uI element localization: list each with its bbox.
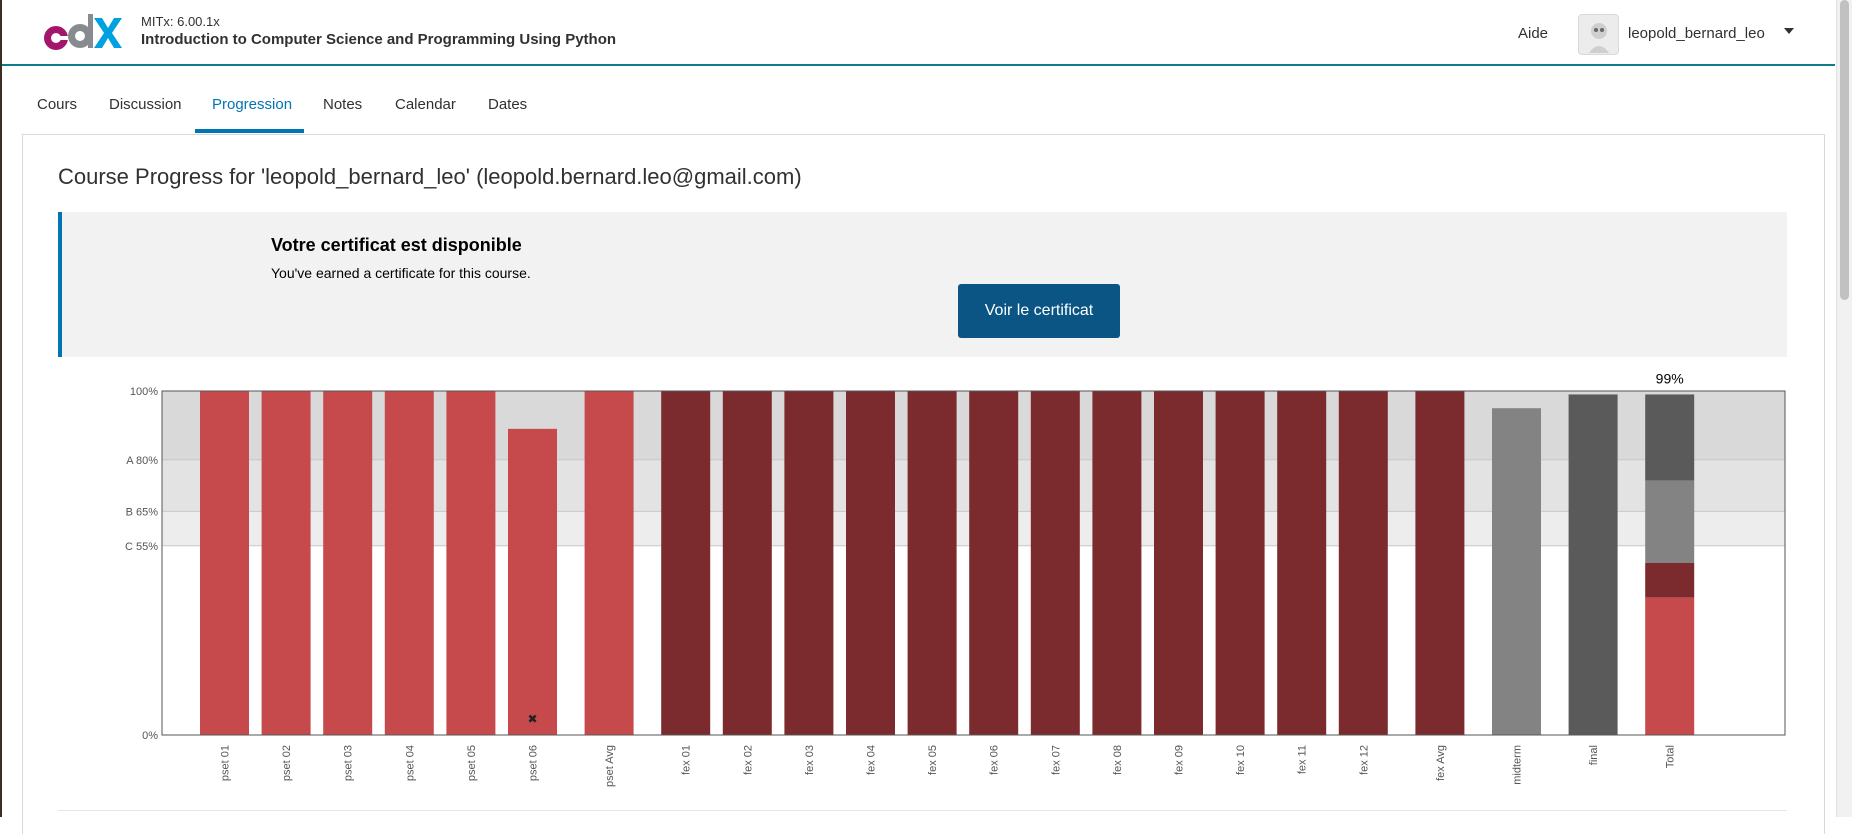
x-tick-label: fex 10 xyxy=(1235,745,1247,775)
x-tick-label: fex 11 xyxy=(1297,745,1309,774)
x-tick-label: pset 04 xyxy=(404,745,416,781)
x-tick-label: pset Avg xyxy=(604,745,616,787)
grade-bar xyxy=(508,428,557,735)
dropped-marker-icon: ✖ xyxy=(527,712,537,726)
scrollbar-thumb[interactable] xyxy=(1840,0,1849,300)
grade-bar xyxy=(384,391,434,735)
total-label: 99% xyxy=(1656,370,1684,386)
grade-bar xyxy=(446,391,496,735)
grade-bar xyxy=(969,391,1019,735)
x-tick-label: pset 06 xyxy=(528,745,540,781)
grade-bar xyxy=(1492,408,1541,735)
y-tick-label: B 65% xyxy=(126,506,159,518)
x-tick-label: fex 07 xyxy=(1050,745,1062,775)
total-bar-segment xyxy=(1645,480,1695,563)
x-tick-label: final xyxy=(1588,745,1600,765)
y-tick-label: 0% xyxy=(142,730,158,742)
x-tick-label: pset 02 xyxy=(281,745,293,781)
grade-bar xyxy=(1277,391,1327,735)
x-tick-label: Total xyxy=(1665,745,1677,768)
x-tick-label: midterm xyxy=(1512,745,1524,785)
x-tick-label: fex 05 xyxy=(927,745,939,775)
grade-bar xyxy=(1092,391,1142,735)
grade-bar xyxy=(784,391,834,735)
grade-chart: pset 01 pset 02 pset 03 pset 04 pset 05 ✖ pset… xyxy=(125,370,1786,787)
grade-bar xyxy=(323,391,373,735)
vertical-scrollbar[interactable] xyxy=(1836,0,1852,817)
grade-bar xyxy=(1030,391,1080,735)
x-tick-label: fex 09 xyxy=(1174,745,1186,775)
x-tick-label: fex Avg xyxy=(1435,745,1447,781)
x-tick-label: fex 03 xyxy=(804,745,816,775)
y-tick-label: C 55% xyxy=(125,541,158,553)
x-tick-label: fex 08 xyxy=(1112,745,1124,775)
total-bar-segment xyxy=(1645,597,1695,735)
grade-bar xyxy=(846,391,895,735)
x-tick-label: pset 05 xyxy=(466,745,478,781)
grade-bar xyxy=(200,391,249,735)
x-tick-label: pset 03 xyxy=(343,745,355,781)
total-bar-segment xyxy=(1645,394,1695,481)
total-bar-segment xyxy=(1645,563,1695,598)
x-tick-label: pset 01 xyxy=(220,745,232,781)
grade-bar xyxy=(1415,391,1465,735)
x-tick-label: fex 04 xyxy=(866,745,878,775)
x-tick-label: fex 02 xyxy=(742,745,754,775)
grade-bar xyxy=(261,391,311,735)
grade-bar xyxy=(1215,391,1265,735)
grade-bar xyxy=(1568,394,1618,735)
grade-bar xyxy=(661,391,711,735)
grade-bar xyxy=(1338,391,1388,735)
grade-bar xyxy=(584,391,634,735)
grade-bar xyxy=(907,391,957,735)
x-tick-label: fex 12 xyxy=(1358,745,1370,775)
x-tick-label: fex 06 xyxy=(989,745,1001,775)
y-tick-label: 100% xyxy=(130,386,158,398)
section-divider xyxy=(58,810,1787,811)
grade-bar xyxy=(1154,391,1203,735)
grade-bar xyxy=(722,391,772,735)
y-tick-label: A 80% xyxy=(126,455,158,467)
x-tick-label: fex 01 xyxy=(681,745,693,775)
